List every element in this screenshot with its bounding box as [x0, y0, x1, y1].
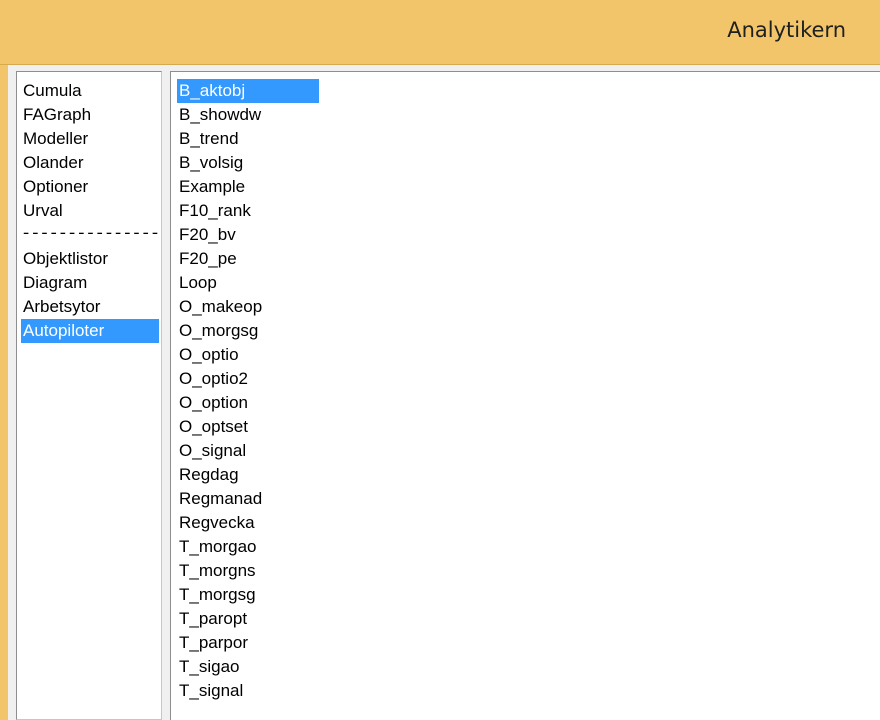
autopilot-item-o-option[interactable]: O_option	[177, 391, 319, 415]
autopilot-item-t-morgns[interactable]: T_morgns	[177, 559, 319, 583]
autopilot-item-o-morgsg[interactable]: O_morgsg	[177, 319, 319, 343]
autopilot-item-regmanad[interactable]: Regmanad	[177, 487, 319, 511]
title-bar[interactable]: Analytikern	[0, 0, 880, 65]
autopilot-item-f10-rank[interactable]: F10_rank	[177, 199, 319, 223]
autopilot-item-b-showdw[interactable]: B_showdw	[177, 103, 319, 127]
category-item-fagraph[interactable]: FAGraph	[21, 103, 159, 127]
category-list-panel[interactable]: Cumula FAGraph Modeller Olander Optioner…	[16, 71, 162, 720]
autopilot-item-b-trend[interactable]: B_trend	[177, 127, 319, 151]
autopilot-item-t-morgsg[interactable]: T_morgsg	[177, 583, 319, 607]
autopilot-item-regdag[interactable]: Regdag	[177, 463, 319, 487]
autopilot-item-t-sigao[interactable]: T_sigao	[177, 655, 319, 679]
autopilot-item-t-paropt[interactable]: T_paropt	[177, 607, 319, 631]
autopilot-item-o-optio[interactable]: O_optio	[177, 343, 319, 367]
category-item-objektlistor[interactable]: Objektlistor	[21, 247, 159, 271]
autopilot-list[interactable]: B_aktobj B_showdw B_trend B_volsig Examp…	[177, 79, 337, 703]
autopilot-item-t-parpor[interactable]: T_parpor	[177, 631, 319, 655]
left-window-frame	[0, 65, 8, 720]
autopilot-item-loop[interactable]: Loop	[177, 271, 319, 295]
category-item-arbetsytor[interactable]: Arbetsytor	[21, 295, 159, 319]
autopilot-item-o-makeop[interactable]: O_makeop	[177, 295, 319, 319]
application-window: Analytikern Cumula FAGraph Modeller Olan…	[0, 0, 880, 720]
autopilot-item-b-aktobj[interactable]: B_aktobj	[177, 79, 319, 103]
autopilot-item-o-signal[interactable]: O_signal	[177, 439, 319, 463]
category-item-optioner[interactable]: Optioner	[21, 175, 159, 199]
autopilot-item-t-morgao[interactable]: T_morgao	[177, 535, 319, 559]
autopilot-item-o-optset[interactable]: O_optset	[177, 415, 319, 439]
autopilot-item-t-signal[interactable]: T_signal	[177, 679, 319, 703]
category-item-modeller[interactable]: Modeller	[21, 127, 159, 151]
category-item-urval[interactable]: Urval	[21, 199, 159, 223]
autopilot-item-b-volsig[interactable]: B_volsig	[177, 151, 319, 175]
category-item-diagram[interactable]: Diagram	[21, 271, 159, 295]
category-list[interactable]: Cumula FAGraph Modeller Olander Optioner…	[21, 79, 159, 343]
autopilot-item-o-optio2[interactable]: O_optio2	[177, 367, 319, 391]
autopilot-item-regvecka[interactable]: Regvecka	[177, 511, 319, 535]
category-separator: --------------------------	[21, 225, 159, 244]
category-item-cumula[interactable]: Cumula	[21, 79, 159, 103]
autopilot-list-panel[interactable]: B_aktobj B_showdw B_trend B_volsig Examp…	[170, 71, 880, 720]
autopilot-item-f20-bv[interactable]: F20_bv	[177, 223, 319, 247]
autopilot-item-f20-pe[interactable]: F20_pe	[177, 247, 319, 271]
category-item-autopiloter[interactable]: Autopiloter	[21, 319, 159, 343]
autopilot-item-example[interactable]: Example	[177, 175, 319, 199]
category-item-olander[interactable]: Olander	[21, 151, 159, 175]
window-title: Analytikern	[727, 18, 846, 42]
